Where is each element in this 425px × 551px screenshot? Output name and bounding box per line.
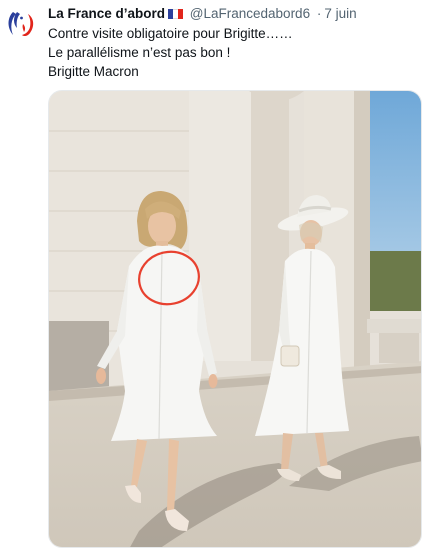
separator-dot: · [316,6,322,21]
marianne-logo-icon [4,4,42,42]
author-name[interactable]: La France d’abord [48,6,165,21]
tweet-text: Contre visite obligatoire pour Brigitte…… [48,24,293,81]
france-flag-icon [168,6,184,19]
author-handle[interactable]: @LaFrancedabord6 [190,6,310,21]
tweet-text-line: Le parallélisme n’est pas bon ! [48,45,231,60]
tweet-header: La France d’abord @LaFrancedabord6 · 7 ju… [48,5,357,22]
tweet-text-line: Brigitte Macron [48,64,139,79]
photo-two-women-white-dresses [49,91,421,547]
tweet[interactable]: La France d’abord @LaFrancedabord6 · 7 ju… [0,0,425,551]
avatar[interactable] [4,4,42,42]
tweet-text-line: Contre visite obligatoire pour Brigitte…… [48,26,293,41]
tweet-date[interactable]: 7 juin [324,6,356,21]
tweet-media-image[interactable] [48,90,422,548]
